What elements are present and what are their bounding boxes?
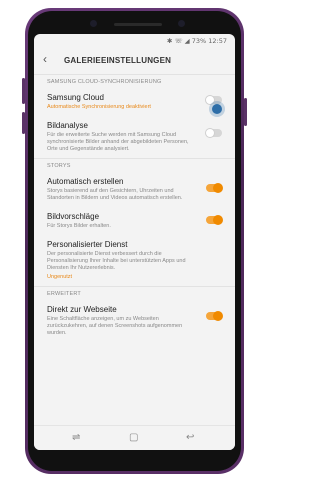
- volume-button: [22, 78, 25, 104]
- screen: ✱ ☏ ◢ 73% 12:57 ‹ GALERIEEINSTELLUNGEN S…: [34, 34, 235, 450]
- navigation-bar: ⇌ ▢ ↩: [34, 425, 235, 450]
- section-header-cloud: SAMSUNG CLOUD-SYNCHRONISIERUNG: [34, 74, 235, 88]
- setting-description: Der personalisierte Dienst verbessert du…: [47, 251, 186, 271]
- setting-title: Personalisierter Dienst: [47, 240, 128, 249]
- setting-description: Storys basierend auf den Gesichtern, Uhr…: [47, 188, 183, 201]
- power-button: [244, 98, 247, 126]
- automatisch-erstellen-toggle[interactable]: [206, 183, 223, 193]
- direkt-zur-webseite-toggle[interactable]: [206, 311, 223, 321]
- touch-pointer: [212, 104, 222, 114]
- bixby-button: [22, 112, 25, 134]
- samsung-cloud-toggle[interactable]: [205, 95, 222, 105]
- back-icon[interactable]: ↩: [186, 432, 194, 443]
- setting-description: Eine Schaltfläche anzeigen, um zu Websei…: [47, 316, 183, 336]
- battery-level: 73%: [191, 37, 207, 45]
- setting-personalisierter-dienst[interactable]: Personalisierter Dienst Der personalisie…: [34, 235, 235, 286]
- setting-status: Automatische Synchronisierung deaktivier…: [47, 104, 151, 110]
- earpiece: [114, 23, 162, 26]
- setting-description: Für die erweiterte Suche werden mit Sams…: [47, 132, 189, 152]
- section-header-storys: STORYS: [34, 158, 235, 172]
- app-bar: ‹ GALERIEEINSTELLUNGEN: [34, 48, 235, 74]
- bildanalyse-toggle[interactable]: [205, 128, 222, 138]
- setting-title: Samsung Cloud: [47, 93, 104, 102]
- setting-title: Bildvorschläge: [47, 212, 100, 221]
- setting-title: Automatisch erstellen: [47, 177, 124, 186]
- bildvorschlaege-toggle[interactable]: [206, 215, 223, 225]
- home-icon[interactable]: ▢: [129, 432, 138, 443]
- setting-automatisch-erstellen[interactable]: Automatisch erstellen Storys basierend a…: [34, 172, 235, 207]
- setting-bildvorschlaege[interactable]: Bildvorschläge Für Storys Bilder erhalte…: [34, 207, 235, 235]
- sensor: [90, 20, 97, 27]
- setting-title: Bildanalyse: [47, 121, 88, 130]
- setting-title: Direkt zur Webseite: [47, 305, 117, 314]
- front-camera: [178, 20, 185, 27]
- setting-samsung-cloud[interactable]: Samsung Cloud Automatische Synchronisier…: [34, 88, 235, 116]
- status-bar: ✱ ☏ ◢ 73% 12:57: [34, 34, 235, 48]
- setting-status: Ungenutzt: [47, 274, 73, 280]
- setting-description: Für Storys Bilder erhalten.: [47, 223, 111, 229]
- clock: 12:57: [208, 37, 227, 45]
- back-arrow-icon[interactable]: ‹: [43, 52, 47, 66]
- recent-apps-icon[interactable]: ⇌: [72, 432, 80, 443]
- settings-list: SAMSUNG CLOUD-SYNCHRONISIERUNG Samsung C…: [34, 74, 235, 342]
- status-icons: ✱ ☏ ◢: [166, 37, 190, 45]
- setting-direkt-zur-webseite[interactable]: Direkt zur Webseite Eine Schaltfläche an…: [34, 300, 235, 342]
- setting-bildanalyse[interactable]: Bildanalyse Für die erweiterte Suche wer…: [34, 116, 235, 158]
- section-header-erweitert: ERWEITERT: [34, 286, 235, 300]
- page-title: GALERIEEINSTELLUNGEN: [64, 56, 172, 65]
